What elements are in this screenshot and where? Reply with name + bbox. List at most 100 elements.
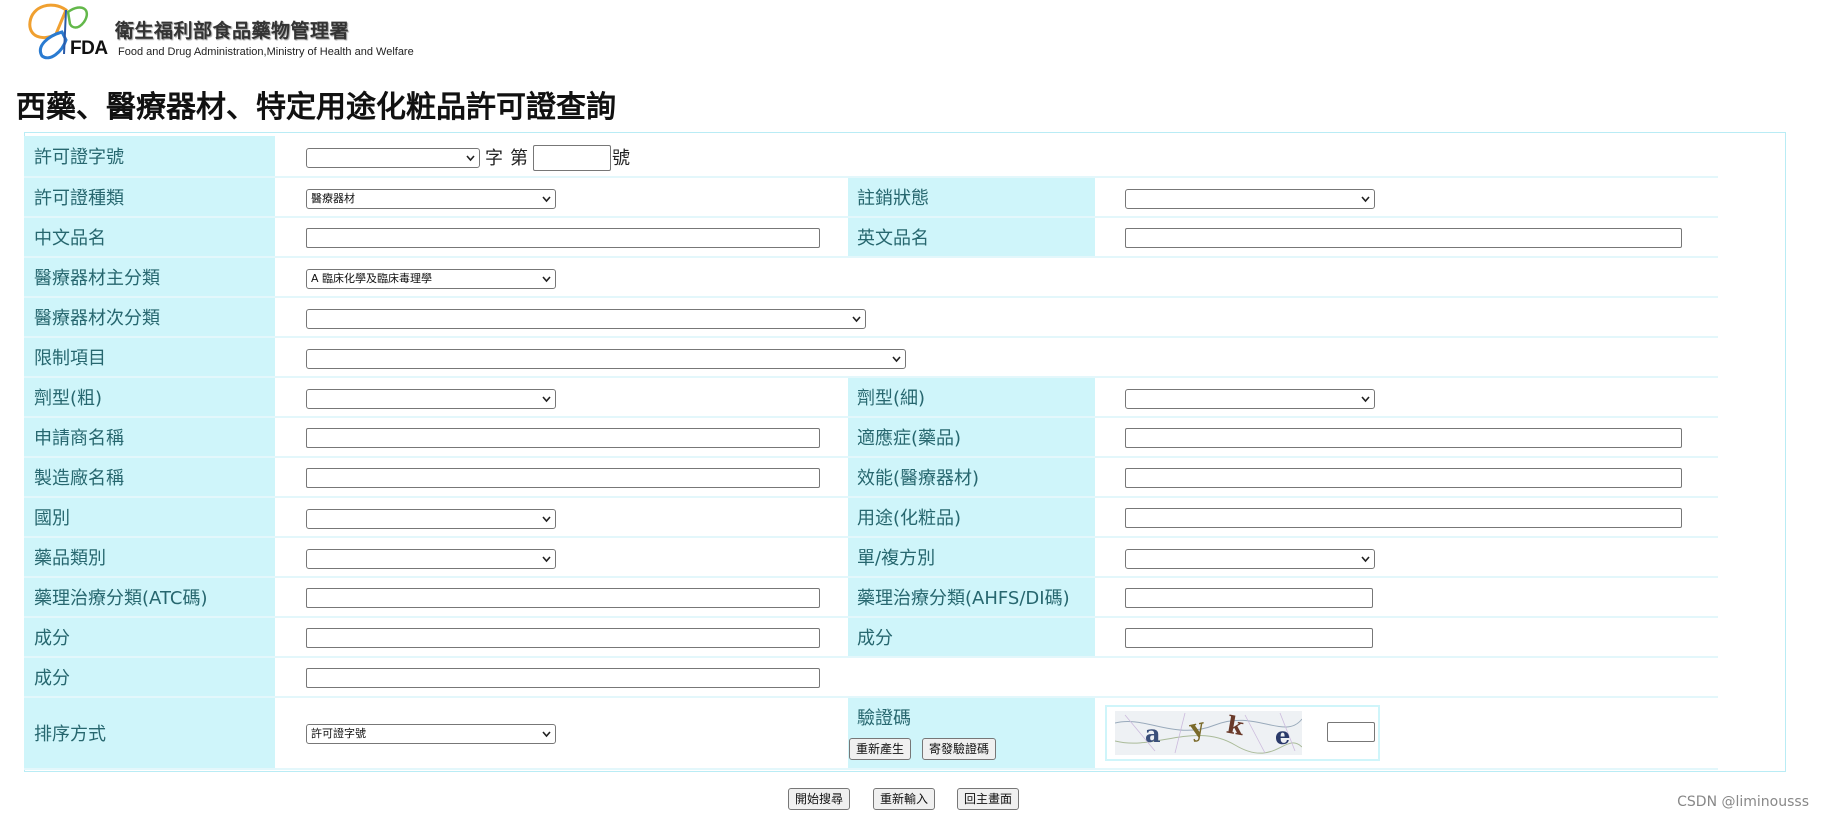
ingredient-2-input[interactable] [1125,628,1373,648]
row-restriction: 限制項目 [24,338,1718,378]
value-ingredient-1 [275,618,848,656]
row-license-no: 許可證字號 字 第 號 [24,136,1718,178]
label-ingredient-2: 成分 [848,618,1095,656]
search-button[interactable]: 開始搜尋 [788,788,851,810]
captcha-box: a y k e [1105,705,1380,761]
restriction-select[interactable] [306,349,906,369]
label-device-main-class: 醫療器材主分類 [24,258,275,296]
label-single-compound: 單/複方別 [848,538,1095,576]
efficacy-input[interactable] [1125,468,1682,488]
value-license-no: 字 第 號 [275,136,1718,176]
license-number-input[interactable] [533,145,611,171]
chevron-down-icon [852,316,861,323]
value-efficacy [1095,458,1718,496]
label-ahfs-code: 藥理治療分類(AHFS/DI碼) [848,578,1095,616]
value-sort-order: 許可證字號 [275,698,848,768]
label-atc-code: 藥理治療分類(ATC碼) [24,578,275,616]
value-indication [1095,418,1718,456]
sort-order-select[interactable]: 許可證字號 [306,724,556,744]
device-sub-class-select[interactable] [306,309,866,329]
label-ingredient-1: 成分 [24,618,275,656]
regenerate-captcha-button[interactable]: 重新產生 [849,738,912,760]
device-main-class-value: A 臨床化學及臨床毒理學 [311,272,433,285]
label-efficacy: 效能(醫療器材) [848,458,1095,496]
label-name-zh: 中文品名 [24,218,275,256]
label-captcha-area: 驗證碼 重新產生 寄發驗證碼 [848,698,1095,768]
captcha-char-1: a [1145,719,1161,748]
license-zi-text: 字 [485,148,503,169]
row-manufacturer: 製造廠名稱 效能(醫療器材) [24,458,1718,498]
cancel-status-select[interactable] [1125,189,1375,209]
single-compound-select[interactable] [1125,549,1375,569]
dosage-form-fine-select[interactable] [1125,389,1375,409]
value-applicant-name [275,418,848,456]
value-device-main-class: A 臨床化學及臨床毒理學 [275,258,1718,296]
chevron-down-icon [1361,196,1370,203]
value-atc-code [275,578,848,616]
org-name-zh: 衛生福利部食品藥物管理署 [115,20,350,42]
home-button[interactable]: 回主畫面 [957,788,1020,810]
value-restriction [275,338,1718,376]
row-pharmacology: 藥理治療分類(ATC碼) 藥理治療分類(AHFS/DI碼) [24,578,1718,618]
captcha-input[interactable] [1327,722,1375,742]
reset-button[interactable]: 重新輸入 [873,788,936,810]
ahfs-code-input[interactable] [1125,588,1373,608]
value-country [275,498,848,536]
label-license-type: 許可證種類 [24,178,275,216]
row-drug-category: 藥品類別 單/複方別 [24,538,1718,578]
chevron-down-icon [542,196,551,203]
label-manufacturer-name: 製造廠名稱 [24,458,275,496]
value-cosmetic-use [1095,498,1718,536]
row-license-type: 許可證種類 醫療器材 註銷狀態 [24,178,1718,218]
row-dosage-form: 劑型(粗) 劑型(細) [24,378,1718,418]
applicant-name-input[interactable] [306,428,820,448]
name-zh-input[interactable] [306,228,820,248]
indication-input[interactable] [1125,428,1682,448]
value-dosage-form-coarse [275,378,848,416]
label-captcha: 驗證碼 [857,708,911,729]
country-select[interactable] [306,509,556,529]
license-prefix-select[interactable] [306,148,480,168]
value-drug-category [275,538,848,576]
cosmetic-use-input[interactable] [1125,508,1682,528]
license-type-value: 醫療器材 [311,192,355,205]
label-ingredient-3: 成分 [24,658,275,696]
dosage-form-coarse-select[interactable] [306,389,556,409]
device-main-class-select[interactable]: A 臨床化學及臨床毒理學 [306,269,556,289]
label-indication: 適應症(藥品) [848,418,1095,456]
value-ingredient-2 [1095,618,1718,656]
row-sort-captcha: 排序方式 許可證字號 驗證碼 重新產生 寄發驗證碼 a y k e [24,698,1718,770]
name-en-input[interactable] [1125,228,1682,248]
logo-fda-text: FDA [70,38,108,59]
captcha-image: a y k e [1115,711,1302,755]
atc-code-input[interactable] [306,588,820,608]
row-ingredient-3: 成分 [24,658,1718,698]
drug-category-select[interactable] [306,549,556,569]
label-applicant-name: 申請商名稱 [24,418,275,456]
chevron-down-icon [892,356,901,363]
captcha-char-4: e [1275,721,1291,750]
watermark: CSDN @liminousss [1677,794,1809,810]
license-type-select[interactable]: 醫療器材 [306,189,556,209]
value-name-en [1095,218,1718,256]
chevron-down-icon [542,556,551,563]
sort-order-value: 許可證字號 [311,727,366,740]
ingredient-3-input[interactable] [306,668,820,688]
value-cancel-status [1095,178,1718,216]
manufacturer-name-input[interactable] [306,468,820,488]
ingredient-1-input[interactable] [306,628,820,648]
label-cancel-status: 註銷狀態 [848,178,1095,216]
label-dosage-form-coarse: 劑型(粗) [24,378,275,416]
row-applicant: 申請商名稱 適應症(藥品) [24,418,1718,458]
value-single-compound [1095,538,1718,576]
license-di-text: 第 [510,148,528,169]
row-device-main-class: 醫療器材主分類 A 臨床化學及臨床毒理學 [24,258,1718,298]
label-cosmetic-use: 用途(化粧品) [848,498,1095,536]
fda-logo[interactable]: FDA 衛生福利部食品藥物管理署 Food and Drug Administr… [22,2,442,62]
value-dosage-form-fine [1095,378,1718,416]
send-captcha-button[interactable]: 寄發驗證碼 [922,738,997,760]
label-country: 國別 [24,498,275,536]
chevron-down-icon [1361,556,1370,563]
label-device-sub-class: 醫療器材次分類 [24,298,275,336]
value-license-type: 醫療器材 [275,178,848,216]
